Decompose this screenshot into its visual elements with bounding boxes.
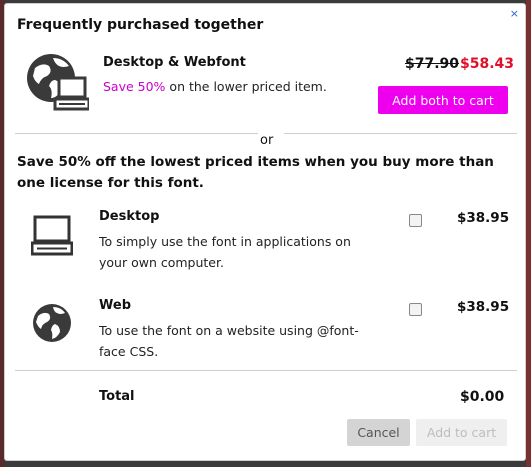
option-description-web: To use the font on a website using @font… <box>99 323 359 359</box>
bundle-promo-rest: on the lower priced item. <box>165 79 327 94</box>
bundle-promo-highlight: Save 50% <box>103 79 166 94</box>
add-both-to-cart-button[interactable]: Add both to cart <box>378 86 508 114</box>
bundle-name: Desktop & Webfont <box>103 55 246 70</box>
option-name-web: Web <box>99 298 131 313</box>
total-label: Total <box>99 389 135 404</box>
desktop-option-checkbox[interactable] <box>409 214 422 227</box>
web-option-checkbox[interactable] <box>409 303 422 316</box>
bundle-sale-price: $58.43 <box>460 56 515 72</box>
bundle-original-price: $77.90 <box>405 56 460 72</box>
globe-and-desktop-icon <box>25 50 89 112</box>
total-value: $0.00 <box>460 389 505 405</box>
dialog-title: Frequently purchased together <box>17 17 264 33</box>
divider-line-right <box>284 133 517 134</box>
frequently-purchased-dialog: × Frequently purchased together Desktop … <box>4 3 526 461</box>
option-name-desktop: Desktop <box>99 209 160 224</box>
cancel-button[interactable]: Cancel <box>347 419 410 446</box>
bundle-promo-text: Save 50% on the lower priced item. <box>103 79 327 94</box>
option-price-web: $38.95 <box>457 299 510 315</box>
option-price-desktop: $38.95 <box>457 210 510 226</box>
backdrop-edge-right <box>526 0 531 467</box>
divider-line-left <box>15 133 258 134</box>
globe-icon <box>31 302 73 344</box>
total-divider <box>15 370 517 371</box>
add-to-cart-button[interactable]: Add to cart <box>416 419 507 446</box>
desktop-computer-icon <box>31 214 73 256</box>
or-divider-label: or <box>260 133 274 148</box>
close-icon[interactable]: × <box>510 8 519 19</box>
option-description-desktop: To simply use the font in applications o… <box>99 234 351 270</box>
discount-info-text: Save 50% off the lowest priced items whe… <box>17 154 494 191</box>
